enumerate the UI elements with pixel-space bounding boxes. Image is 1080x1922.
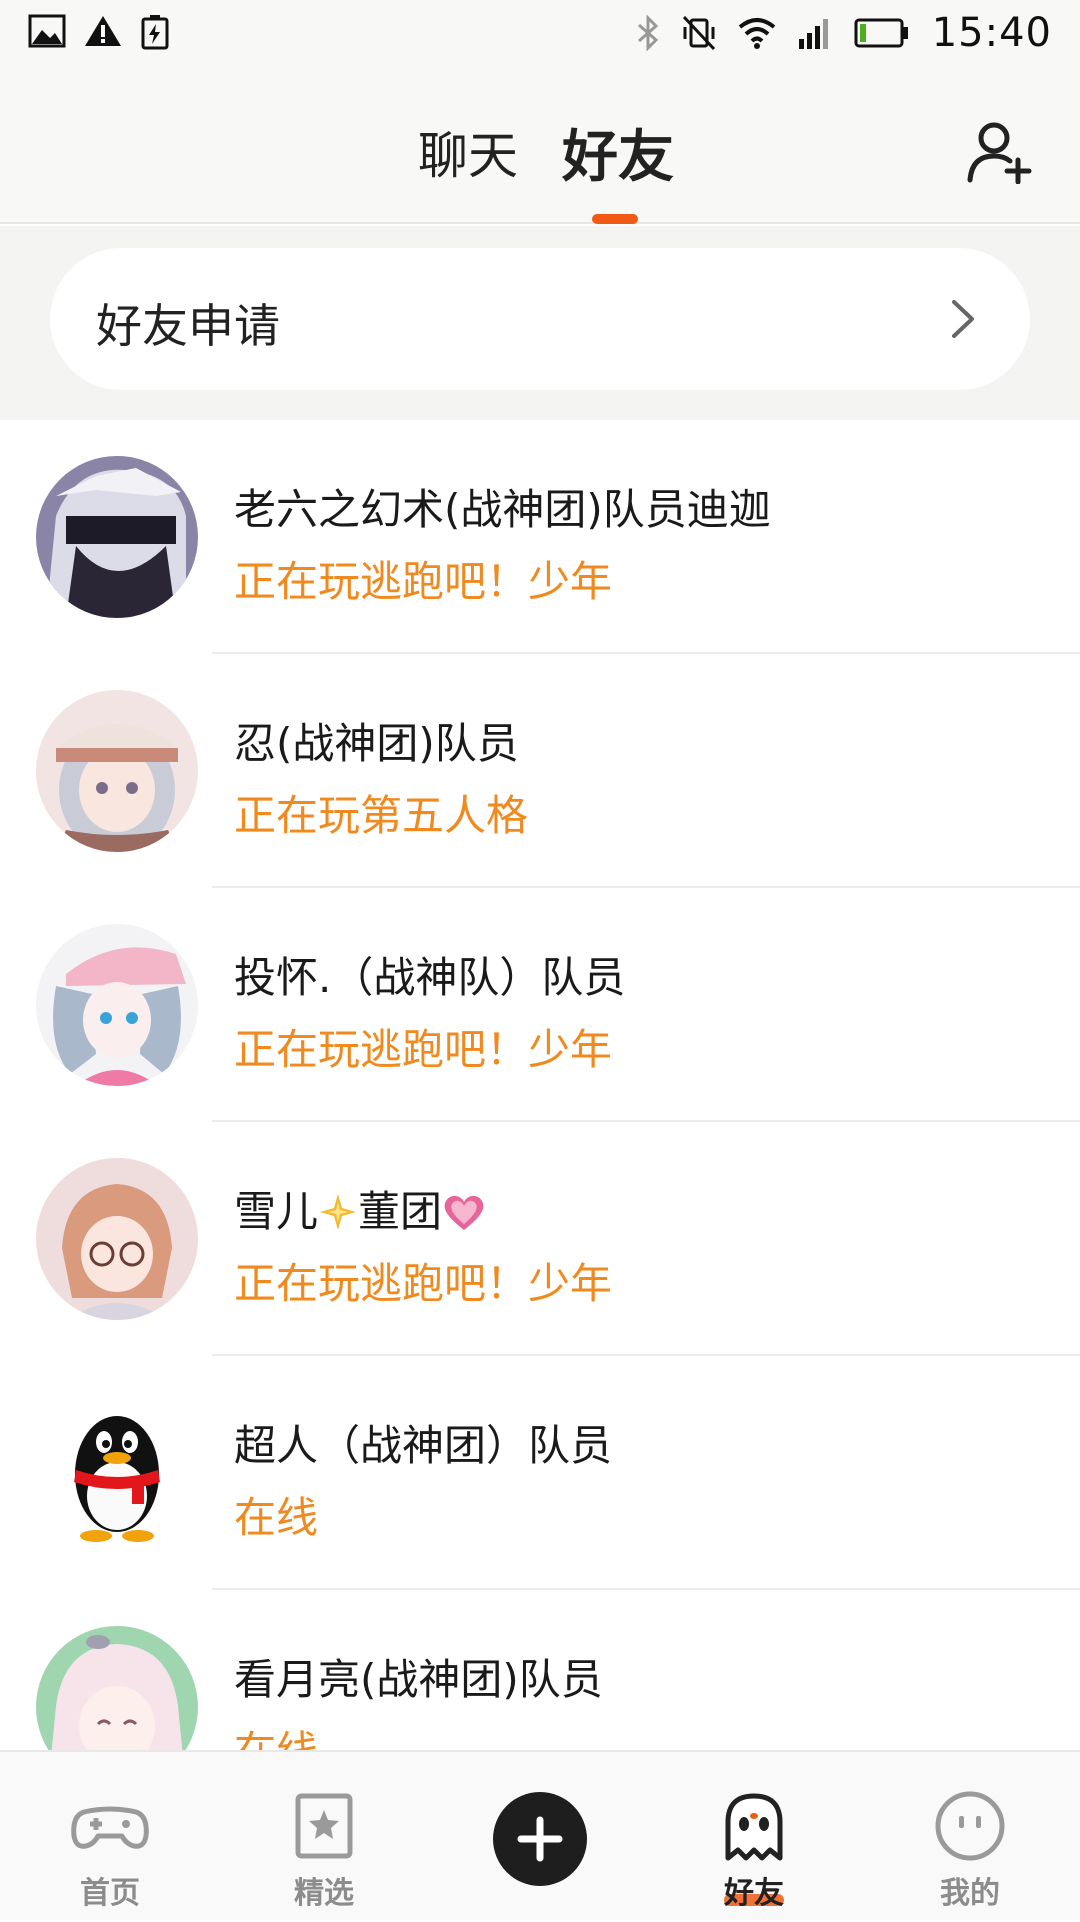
nav-item-profile[interactable]: 我的 [890,1752,1050,1922]
friend-request-label: 好友申请 [96,299,280,353]
friend-request-section: 好友申请 [0,226,1080,420]
nav-item-home[interactable]: 首页 [30,1752,190,1922]
gamepad-icon [71,1806,149,1849]
friend-list-item[interactable]: 看月亮(战神团)队员 在线 [0,1590,1080,1750]
image-icon [28,14,66,48]
friend-name: 投怀.（战神队）队员 [234,953,626,1002]
battery-icon [854,18,908,48]
avatar [36,1392,198,1554]
friend-name: 忍(战神团)队员 [234,719,519,768]
bottom-navigation: 首页 精选 好友 我的 [0,1750,1080,1920]
friend-name: 看月亮(战神团)队员 [234,1655,603,1704]
nav-label: 我的 [940,1876,1000,1911]
avatar [36,1626,198,1750]
avatar [36,456,198,618]
nav-label: 精选 [294,1876,354,1911]
smiley-icon [935,1791,1005,1861]
bookmark-star-icon [295,1793,353,1859]
wifi-icon [738,18,775,49]
active-tab-indicator [592,214,638,224]
ghost-icon [725,1793,783,1861]
friend-name: 超人（战神团）队员 [234,1421,613,1470]
friend-list-item[interactable]: 忍(战神团)队员 正在玩第五人格 [0,654,1080,888]
friend-status: 在线 [234,1493,319,1542]
friend-list-item[interactable]: 超人（战神团）队员 在线 [0,1356,1080,1590]
bluetooth-icon [637,15,658,51]
tab-chat[interactable]: 聊天 [418,116,518,188]
friend-list-item[interactable]: 雪儿 董团 正在玩逃跑吧！少年 [0,1122,1080,1356]
nav-item-featured[interactable]: 精选 [244,1752,404,1922]
battery-saver-icon [141,15,169,50]
avatar [36,1158,198,1320]
friend-status: 在线 [234,1718,318,1750]
vibrate-off-icon [682,15,715,51]
friend-name: 雪儿 董团 [234,1178,486,1239]
tab-friends[interactable]: 好友 [562,112,674,193]
friend-status: 正在玩逃跑吧！少年 [234,1025,613,1074]
friend-status: 正在玩第五人格 [234,791,529,840]
nav-label: 首页 [80,1876,140,1911]
nav-label: 好友 [724,1876,784,1911]
friend-request-button[interactable]: 好友申请 [50,248,1030,390]
friend-list-item[interactable]: 投怀.（战神队）队员 正在玩逃跑吧！少年 [0,888,1080,1122]
warning-icon [85,16,121,46]
plus-icon [517,1816,563,1862]
add-user-icon[interactable] [966,118,1032,184]
clock: 15:40 [931,10,1052,56]
avatar [36,924,198,1086]
friend-status: 正在玩逃跑吧！少年 [234,557,613,606]
friend-status: 正在玩逃跑吧！少年 [234,1259,613,1308]
heart-icon [444,1195,484,1230]
friend-name: 老六之幻术(战神团)队员迪迦 [234,485,771,534]
nav-item-friends[interactable]: 好友 [674,1752,834,1922]
avatar [36,690,198,852]
friend-list: 老六之幻术(战神团)队员迪迦 正在玩逃跑吧！少年 忍(战神团)队员 正在玩第五人… [0,420,1080,1750]
post-button[interactable] [493,1792,587,1886]
signal-icon [798,19,828,49]
friend-list-item[interactable]: 老六之幻术(战神团)队员迪迦 正在玩逃跑吧！少年 [0,420,1080,654]
top-header: 聊天 好友 [0,74,1080,224]
sparkle-icon [320,1194,357,1230]
chevron-right-icon [952,300,974,338]
status-bar: 15:40 [0,0,1080,74]
